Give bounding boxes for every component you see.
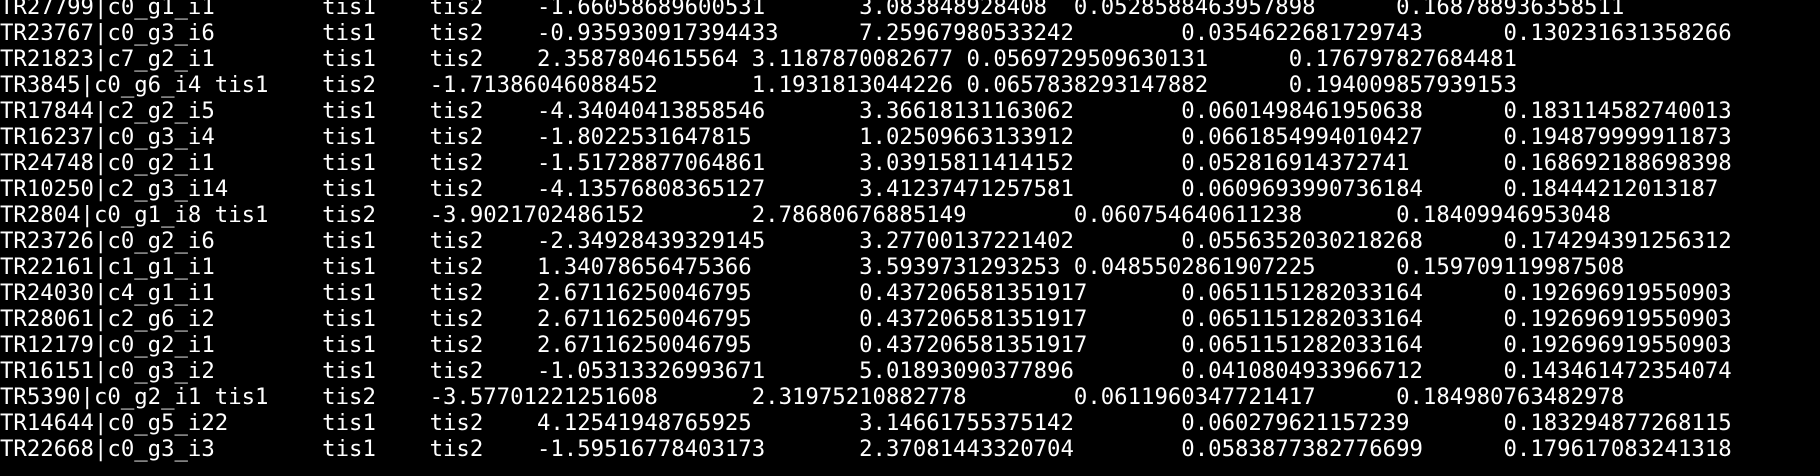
terminal-line-text: TR24748|c0_g2_i1 tis1 tis2 -1.5172887706… <box>0 150 1732 176</box>
terminal-line: TR2804|c0_g1_i8 tis1 tis2 -3.90217024861… <box>0 203 1820 227</box>
terminal-line: TR28061|c2_g6_i2 tis1 tis2 2.67116250046… <box>0 307 1820 331</box>
terminal-line-text: TR17844|c2_g2_i5 tis1 tis2 -4.3404041385… <box>0 98 1732 124</box>
terminal-line: TR24030|c4_g1_i1 tis1 tis2 2.67116250046… <box>0 281 1820 305</box>
terminal-line: TR10250|c2_g3_i14 tis1 tis2 -4.135768083… <box>0 177 1820 201</box>
terminal-line-text: TR27799|c0_g1_i1 tis1 tis2 -1.6605868960… <box>0 0 1625 20</box>
terminal-line: TR22668|c0_g3_i3 tis1 tis2 -1.5951677840… <box>0 437 1820 461</box>
terminal-line: TR12179|c0_g2_i1 tis1 tis2 2.67116250046… <box>0 333 1820 357</box>
terminal-line-text: TR24030|c4_g1_i1 tis1 tis2 2.67116250046… <box>0 280 1732 306</box>
terminal-line: TR22161|c1_g1_i1 tis1 tis2 1.34078656475… <box>0 255 1820 279</box>
terminal-line-text: TR23726|c0_g2_i6 tis1 tis2 -2.3492843932… <box>0 228 1732 254</box>
terminal-line-text: TR3845|c0_g6_i4 tis1 tis2 -1.71386046088… <box>0 72 1517 98</box>
terminal-line: TR16237|c0_g3_i4 tis1 tis2 -1.8022531647… <box>0 125 1820 149</box>
terminal-line: TR24748|c0_g2_i1 tis1 tis2 -1.5172887706… <box>0 151 1820 175</box>
terminal-line: TR5390|c0_g2_i1 tis1 tis2 -3.57701221251… <box>0 385 1820 409</box>
terminal-line-text: TR16237|c0_g3_i4 tis1 tis2 -1.8022531647… <box>0 124 1732 150</box>
terminal-line-text: TR21823|c7_g2_i1 tis1 tis2 2.35878046155… <box>0 46 1517 72</box>
terminal-line-text: TR23767|c0_g3_i6 tis1 tis2 -0.9359309173… <box>0 20 1732 46</box>
terminal-line: TR14644|c0_g5_i22 tis1 tis2 4.1254194876… <box>0 411 1820 435</box>
terminal-line-text: TR22668|c0_g3_i3 tis1 tis2 -1.5951677840… <box>0 436 1732 462</box>
terminal-line: TR23767|c0_g3_i6 tis1 tis2 -0.9359309173… <box>0 21 1820 45</box>
terminal-line-text: TR16151|c0_g3_i2 tis1 tis2 -1.0531332699… <box>0 358 1732 384</box>
terminal-line-text: TR22161|c1_g1_i1 tis1 tis2 1.34078656475… <box>0 254 1625 280</box>
terminal-line: TR16151|c0_g3_i2 tis1 tis2 -1.0531332699… <box>0 359 1820 383</box>
terminal-line: TR23726|c0_g2_i6 tis1 tis2 -2.3492843932… <box>0 229 1820 253</box>
terminal-line-text: TR2804|c0_g1_i8 tis1 tis2 -3.90217024861… <box>0 202 1611 228</box>
terminal-line-text: TR5390|c0_g2_i1 tis1 tis2 -3.57701221251… <box>0 384 1625 410</box>
terminal-line-text: TR12179|c0_g2_i1 tis1 tis2 2.67116250046… <box>0 332 1732 358</box>
terminal-line-text: TR10250|c2_g3_i14 tis1 tis2 -4.135768083… <box>0 176 1719 202</box>
terminal-line: TR3845|c0_g6_i4 tis1 tis2 -1.71386046088… <box>0 73 1820 97</box>
terminal-line-text: TR14644|c0_g5_i22 tis1 tis2 4.1254194876… <box>0 410 1732 436</box>
terminal-window[interactable]: TR27799|c0_g1_i1 tis1 tis2 -1.6605868960… <box>0 0 1820 476</box>
terminal-line-text: TR28061|c2_g6_i2 tis1 tis2 2.67116250046… <box>0 306 1732 332</box>
terminal-line: TR17844|c2_g2_i5 tis1 tis2 -4.3404041385… <box>0 99 1820 123</box>
terminal-line: TR21823|c7_g2_i1 tis1 tis2 2.35878046155… <box>0 47 1820 71</box>
terminal-line: TR27799|c0_g1_i1 tis1 tis2 -1.6605868960… <box>0 0 1820 19</box>
